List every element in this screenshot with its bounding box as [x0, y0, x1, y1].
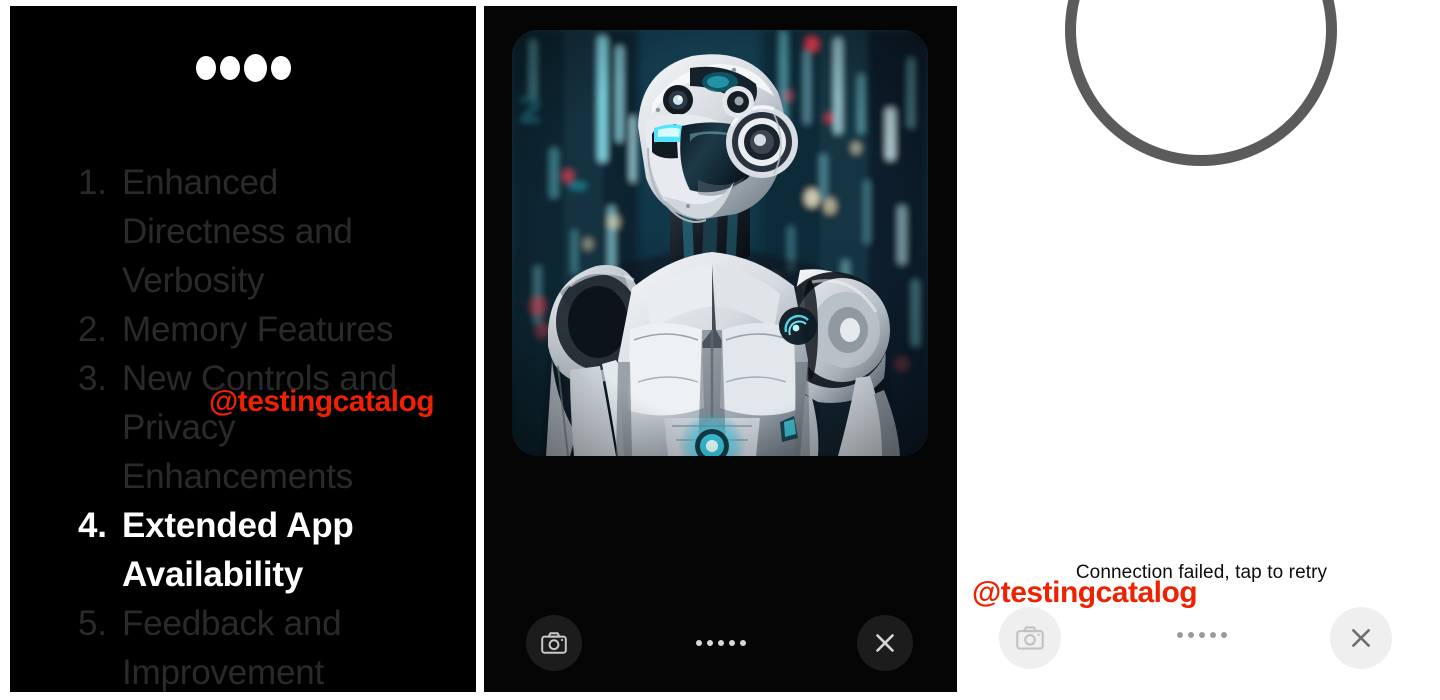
watermark: @testingcatalog — [209, 385, 435, 418]
loading-spinner-ring — [1065, 0, 1337, 166]
close-button[interactable] — [1330, 607, 1392, 669]
generated-image[interactable]: 2 — [512, 30, 928, 456]
connection-error-screen: Connection failed, tap to retry @testing… — [963, 0, 1440, 700]
typing-dot — [219, 56, 240, 80]
page-dot — [1220, 632, 1227, 638]
list-item-label: Feedback and Improvement — [122, 604, 342, 692]
list-item-number: 5. — [78, 604, 107, 643]
typing-dot — [195, 56, 216, 80]
page-dot — [717, 640, 724, 646]
image-preview-screen: 2 — [484, 6, 957, 692]
list-item[interactable]: 3. New Controls and Privacy Enhancements — [78, 354, 448, 501]
typing-dot — [270, 56, 291, 80]
close-button[interactable] — [857, 615, 913, 671]
list-item[interactable]: 2. Memory Features — [78, 305, 448, 354]
watermark: @testingcatalog — [972, 576, 1198, 609]
list-item-label: New Controls and Privacy Enhancements — [122, 359, 397, 496]
close-icon — [1352, 629, 1370, 647]
list-item-number: 4. — [78, 506, 107, 545]
list-item[interactable]: 5. Feedback and Improvement — [78, 599, 448, 692]
bottom-control-bar — [484, 608, 957, 678]
feature-list: 1. Enhanced Directness and Verbosity 2. … — [78, 158, 448, 692]
list-item-active[interactable]: 4. Extended App Availability — [78, 501, 448, 599]
page-dot — [1176, 632, 1183, 638]
list-item-label: Extended App Availability — [122, 506, 354, 594]
list-item-label: Memory Features — [122, 310, 394, 349]
screenshot-stage: 1. Enhanced Directness and Verbosity 2. … — [0, 0, 1440, 700]
page-dot — [695, 640, 702, 646]
close-icon — [876, 634, 894, 652]
page-dot — [1209, 632, 1216, 638]
chat-response-screen: 1. Enhanced Directness and Verbosity 2. … — [10, 6, 476, 692]
typing-dots-icon — [10, 54, 476, 82]
list-item-label: Enhanced Directness and Verbosity — [122, 163, 353, 300]
page-dot — [739, 640, 746, 646]
list-item-number: 3. — [78, 359, 107, 398]
list-item-number: 1. — [78, 163, 107, 202]
robot-illustration: 2 — [512, 30, 928, 456]
typing-dot — [243, 54, 267, 82]
camera-button[interactable] — [999, 607, 1061, 669]
page-dot — [1198, 632, 1205, 638]
page-dot — [1187, 632, 1194, 638]
list-item-number: 2. — [78, 310, 107, 349]
camera-icon — [1016, 626, 1044, 650]
page-dot — [728, 640, 735, 646]
list-item[interactable]: 1. Enhanced Directness and Verbosity — [78, 158, 448, 305]
page-dot — [706, 640, 713, 646]
